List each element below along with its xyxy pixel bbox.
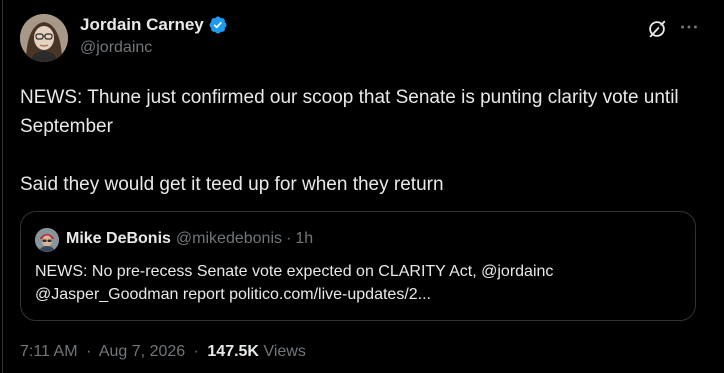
views-label: Views bbox=[263, 343, 306, 360]
tweet-date[interactable]: Aug 7, 2026 bbox=[99, 343, 185, 360]
quoted-timestamp[interactable]: 1h bbox=[295, 230, 313, 248]
meta-separator: · bbox=[193, 343, 199, 360]
author-display-name[interactable]: Jordain Carney bbox=[80, 15, 204, 35]
author-avatar[interactable] bbox=[20, 14, 68, 62]
quoted-author-handle[interactable]: @mikedebonis bbox=[176, 230, 282, 248]
quoted-separator: · bbox=[286, 230, 292, 247]
divider bbox=[2, 0, 3, 373]
tweet-text: NEWS: Thune just confirmed our scoop tha… bbox=[20, 87, 679, 195]
views-count: 147.5K bbox=[207, 343, 259, 360]
tweet-time[interactable]: 7:11 AM bbox=[20, 343, 78, 360]
quoted-author-name[interactable]: Mike DeBonis bbox=[66, 230, 171, 248]
quoted-tweet-card[interactable]: Mike DeBonis @mikedebonis · 1h NEWS: No … bbox=[20, 211, 696, 321]
tweet-meta: 7:11 AM · Aug 7, 2026 · 147.5K Views bbox=[20, 343, 306, 361]
grok-icon[interactable] bbox=[646, 18, 668, 40]
quoted-author-avatar-image bbox=[35, 228, 59, 252]
author-handle[interactable]: @jordainc bbox=[80, 39, 152, 57]
more-options-icon[interactable] bbox=[678, 16, 700, 38]
author-name-row: Jordain Carney bbox=[80, 15, 228, 35]
meta-separator: · bbox=[85, 343, 92, 360]
author-avatar-image bbox=[20, 14, 68, 62]
verified-badge-icon[interactable] bbox=[208, 15, 228, 35]
quoted-tweet-text: NEWS: No pre-recess Senate vote expected… bbox=[35, 263, 554, 303]
quoted-author-row: Mike DeBonis @mikedebonis · 1h bbox=[66, 230, 313, 248]
quoted-author-avatar[interactable] bbox=[35, 228, 59, 252]
